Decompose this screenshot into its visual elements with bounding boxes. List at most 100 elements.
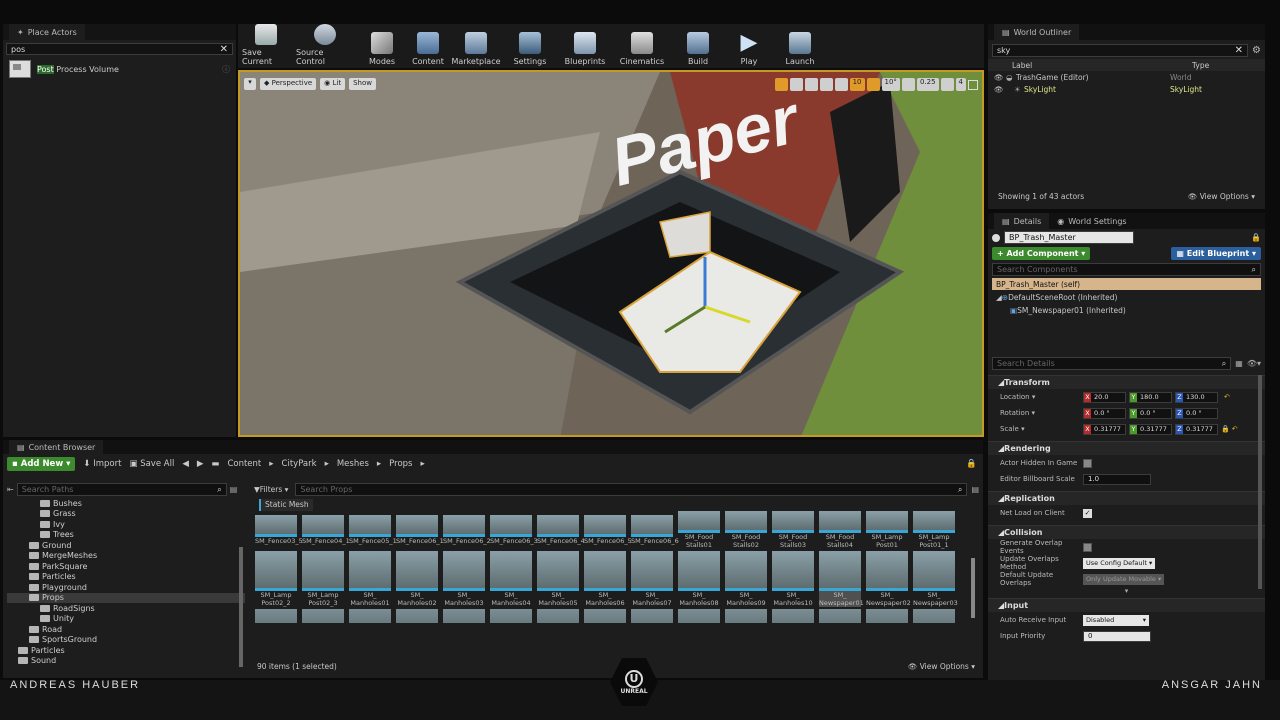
scale-tool-icon[interactable] [804,78,818,91]
asset-tile[interactable]: SM_Food Stalls04 [819,511,861,549]
blueprints-button[interactable]: Blueprints [560,24,610,68]
chevron-down-icon[interactable]: ▾ [1030,393,1036,401]
outliner-row[interactable]: 👁 ◒ TrashGame (Editor) World [988,71,1265,83]
folder-tree-item[interactable]: Sound [7,656,245,667]
asset-thumbnail[interactable] [490,609,532,623]
billboard-scale-field[interactable]: 1.0 [1083,473,1151,485]
scale-y-field[interactable]: Y 0.31777 [1129,423,1172,435]
rotation-snap-button[interactable]: 10° [881,78,900,91]
asset-tile[interactable]: SM_ Manholes07 [631,551,673,607]
default-update-overlaps-dropdown[interactable]: Only Update Movable ▾ [1083,573,1165,585]
outliner-settings-icon[interactable]: ⚙ [1252,45,1261,56]
back-arrow-icon[interactable]: ◀ [182,459,189,469]
asset-tile[interactable]: SM_ Manholes08 [678,551,720,607]
perspective-button[interactable]: ◆ Perspective [260,78,317,90]
asset-tile[interactable]: SM_Lamp Post02_3 [302,551,344,607]
folder-tree-item[interactable]: Grass [7,509,245,520]
scale-x-field[interactable]: X 0.31777 [1083,423,1126,435]
asset-tile[interactable]: SM_Fence06_1 [396,515,444,545]
scale-snap-button[interactable]: 0.25 [916,78,939,91]
forward-arrow-icon[interactable]: ▶ [197,459,204,469]
folder-tree-item[interactable]: Ground [7,540,245,551]
asset-tile[interactable]: SM_ Manholes04 [490,551,532,607]
eye-icon[interactable]: 👁▾ [1247,359,1261,368]
visibility-eye-icon[interactable]: 👁 [994,73,1006,82]
asset-tile[interactable]: SM_ Manholes01 [349,551,391,607]
search-props-input[interactable]: Search Props ⌕ [295,483,968,496]
translate-tool-icon[interactable] [774,78,788,91]
breadcrumb-content[interactable]: Content [227,459,261,469]
folder-tree-item[interactable]: Unity [7,614,245,625]
location-y-field[interactable]: Y 180.0 [1129,391,1172,403]
asset-thumbnail[interactable] [631,609,673,623]
asset-view-options[interactable]: 👁 View Options ▾ [908,662,975,671]
build-button[interactable]: Build [674,24,722,68]
rotate-tool-icon[interactable] [789,78,803,91]
place-actors-search-input[interactable]: pos ✕ [6,43,233,55]
asset-thumbnail[interactable] [255,609,297,623]
asset-tile[interactable]: SM_ Newspaper02 [866,551,911,607]
asset-thumbnail[interactable] [772,609,814,623]
folder-tree-item[interactable]: Bushes [7,498,245,509]
asset-thumbnail[interactable] [443,609,485,623]
camera-speed-icon[interactable] [940,78,954,91]
section-input[interactable]: ◢ Input [988,598,1265,612]
details-scrollbar[interactable] [1258,375,1262,589]
asset-scrollbar[interactable] [971,558,975,618]
tab-place-actors[interactable]: ✦ Place Actors [9,24,85,40]
asset-tile[interactable]: SM_ Manholes05 [537,551,579,607]
asset-thumbnail[interactable] [678,609,720,623]
camera-speed-button[interactable]: 4 [955,78,966,91]
outliner-row[interactable]: 👁 ☀ SkyLight SkyLight [988,83,1265,95]
folder-tree-item[interactable]: ParkSquare [7,561,245,572]
asset-tile[interactable]: SM_Fence06_4 [537,515,585,545]
tree-scrollbar[interactable] [239,547,243,667]
scale-z-field[interactable]: Z 0.31777 [1175,423,1218,435]
chevron-down-icon[interactable]: ▾ [1029,409,1036,417]
component-row-self[interactable]: BP_Trash_Master (self) [992,278,1261,290]
rotation-x-field[interactable]: X 0.0 ° [1083,407,1126,419]
save-current-button[interactable]: Save Current [242,24,290,68]
lock-icon[interactable]: 🔒 [966,459,977,469]
menu-icon[interactable]: ▤ [971,485,979,494]
folder-tree-item[interactable]: SportsGround [7,635,245,646]
lock-icon[interactable]: 🔒 [1251,233,1261,242]
clear-icon[interactable]: ✕ [1235,45,1243,56]
tab-content-browser[interactable]: ▤ Content Browser [9,440,104,454]
clear-icon[interactable]: ✕ [220,44,228,55]
level-viewport[interactable]: Paper ▾ ◆ Perspective ◉ Lit Show 10 10° … [238,70,984,437]
breadcrumb-citypark[interactable]: CityPark [282,459,317,469]
folder-tree-item[interactable]: Particles [7,645,245,656]
content-button[interactable]: Content [410,24,446,68]
asset-tile[interactable]: SM_Fence06_3 [490,515,538,545]
search-details-input[interactable]: Search Details ⌕ [992,357,1232,370]
rotation-z-field[interactable]: Z 0.0 ° [1175,407,1218,419]
asset-thumbnail[interactable] [396,609,438,623]
source-control-button[interactable]: Source Control [296,24,354,68]
folder-tree-item[interactable]: Road [7,624,245,635]
auto-receive-dropdown[interactable]: Disabled ▾ [1083,614,1149,626]
tab-details[interactable]: ▤ Details [994,213,1050,229]
tab-world-settings[interactable]: ◉ World Settings [1049,213,1135,229]
save-all-button[interactable]: ▣ Save All [129,459,174,469]
folder-tree-item[interactable]: Playground [7,582,245,593]
asset-tile[interactable]: SM_ Manholes09 [725,551,767,607]
rotation-snap-icon[interactable] [866,78,880,91]
asset-tile[interactable]: SM_ Manholes03 [443,551,485,607]
asset-thumbnail[interactable] [584,609,626,623]
folder-tree-item[interactable]: Trees [7,530,245,541]
folder-tree-item[interactable]: RoadSigns [7,603,245,614]
edit-blueprint-button[interactable]: ▦ Edit Blueprint ▾ [1171,247,1261,260]
show-button[interactable]: Show [349,78,376,90]
asset-tile[interactable]: SM_Food Stalls02 [725,511,767,549]
advanced-chevron-icon[interactable]: ▾ [988,587,1265,595]
world-local-icon[interactable] [819,78,833,91]
search-components-input[interactable]: Search Components ⌕ [992,263,1261,276]
component-row[interactable]: ▣ SM_Newspaper01 (Inherited) [988,304,1265,317]
asset-tile[interactable]: SM_Lamp Post01 [866,511,908,549]
collapse-icon[interactable]: ⇤ [7,485,14,494]
folder-tree-item[interactable]: Particles [7,572,245,583]
asset-tile[interactable]: SM_Fence06_2 [443,515,491,545]
add-component-button[interactable]: + Add Component ▾ [992,247,1091,260]
asset-tile[interactable]: SM_Lamp Post01_1 [913,511,955,549]
